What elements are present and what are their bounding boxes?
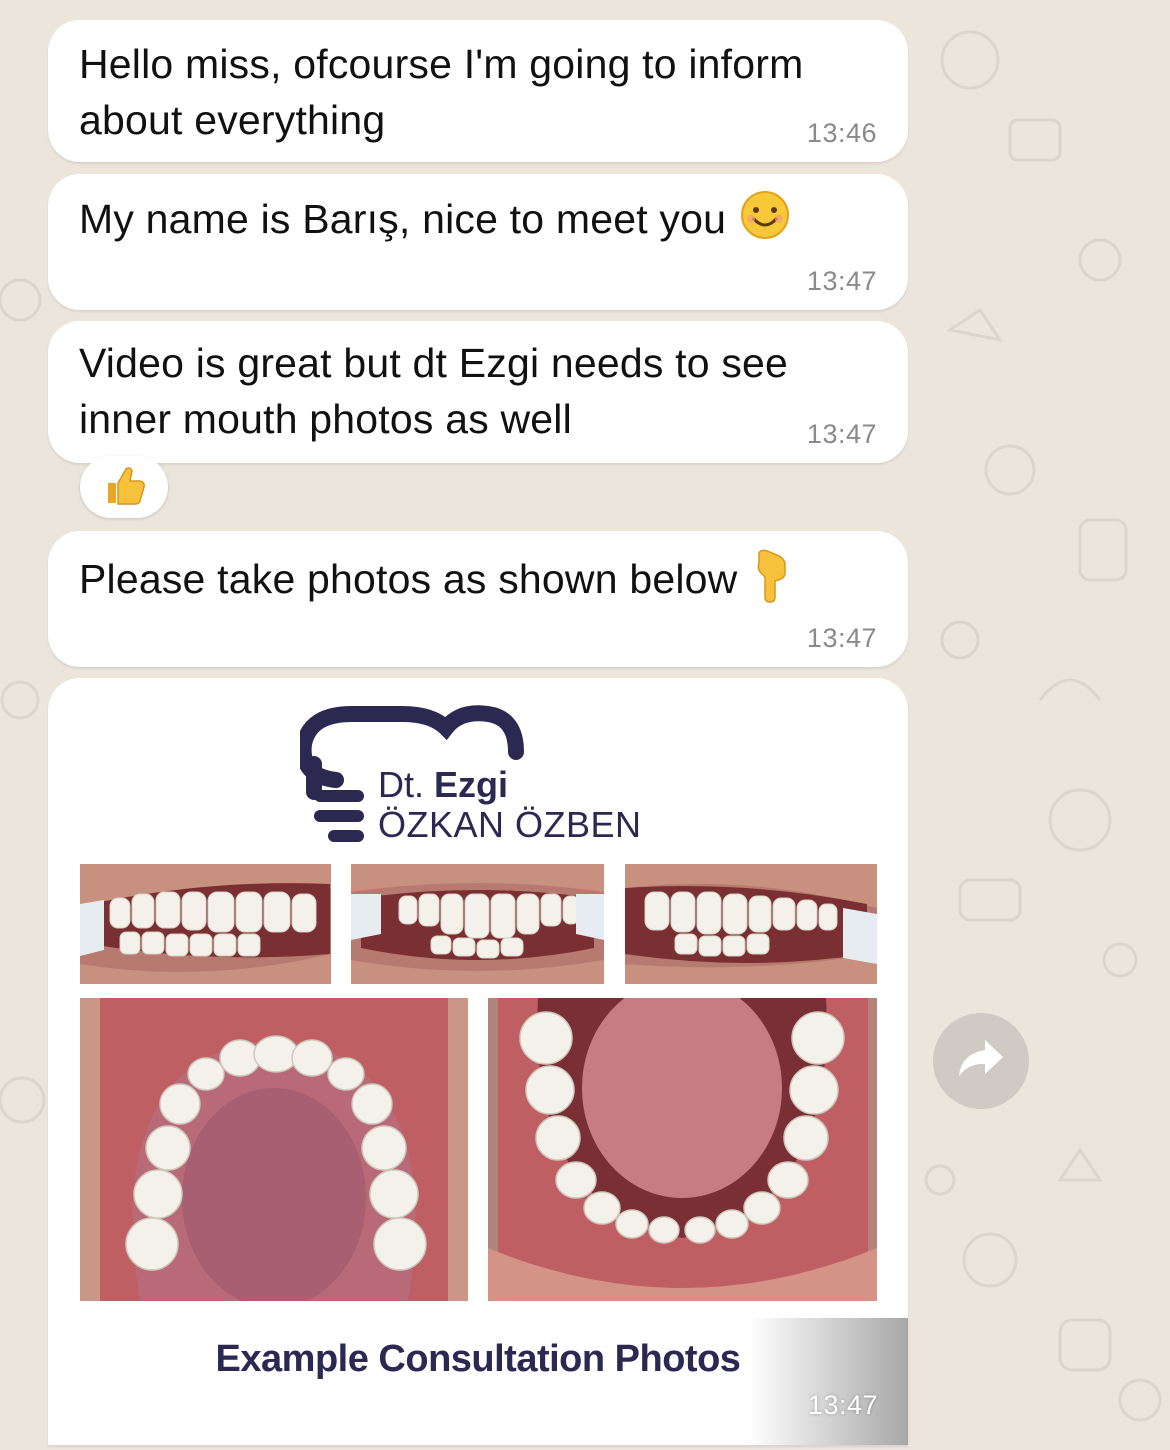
message-line: Please take photos as shown below [79,547,888,617]
lower-arch-photo [488,998,877,1301]
logo-prefix: Dt. [378,764,425,805]
message-bubble[interactable]: Video is great but dt Ezgi needs to see … [48,321,908,463]
reaction-badge[interactable] [80,456,168,518]
logo-first-name: Ezgi [434,764,509,805]
message-text: Hello miss, ofcourse I'm going to inform… [79,41,804,143]
image-message[interactable]: Dt. Ezgi ÖZKAN ÖZBEN Example Consultatio… [48,678,908,1445]
teeth-photo-front [351,864,604,984]
message-bubble[interactable]: Hello miss, ofcourse I'm going to inform… [48,20,908,162]
logo-name: ÖZKAN ÖZBEN [378,804,642,845]
message-bubble[interactable]: Please take photos as shown below 13:47 [48,531,908,667]
message-text: Please take photos as shown below [79,555,738,602]
message-text: My name is Barış, nice to meet you [79,195,727,242]
forward-button[interactable] [933,1013,1029,1109]
message-time: 13:47 [807,1390,878,1420]
message-time: 13:47 [806,623,877,653]
message-line: My name is Barış, nice to meet you [79,190,888,254]
upper-arch-photo [80,998,468,1301]
teeth-photo-left-side [625,864,877,984]
message-bubble[interactable]: My name is Barış, nice to meet you 13:47 [48,174,908,310]
logo-title: Dt. Ezgi [378,764,508,806]
message-time: 13:47 [806,419,877,449]
message-text: Video is great but dt Ezgi needs to see … [79,340,789,442]
thumbs-up-icon [102,463,146,512]
smiling-face-icon [740,190,790,254]
message-time: 13:47 [806,266,877,296]
pointing-down-icon [751,547,795,617]
message-time: 13:46 [806,118,877,148]
teeth-photo-right-side [80,864,331,984]
image-caption: Example Consultation Photos [215,1338,741,1380]
forward-icon [957,1038,1005,1085]
